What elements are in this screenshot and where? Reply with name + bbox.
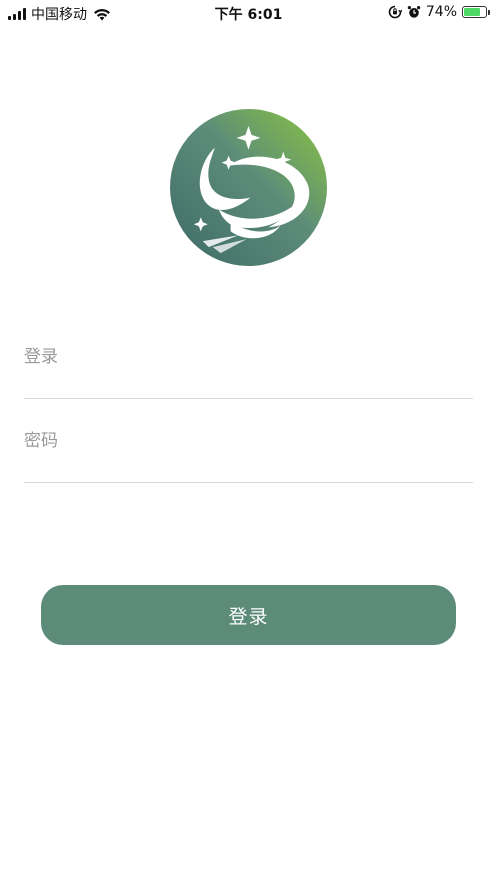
status-right: 74% (388, 4, 490, 20)
username-underline (24, 398, 473, 399)
password-input[interactable] (24, 416, 473, 466)
alarm-icon (407, 6, 421, 18)
orientation-lock-icon (388, 5, 402, 19)
login-button[interactable]: 登录 (41, 585, 456, 645)
username-input[interactable] (24, 332, 473, 382)
battery-charging-icon (462, 6, 490, 18)
password-underline (24, 482, 473, 483)
username-field (24, 332, 473, 399)
status-bar: 中国移动 下午 6:01 74% (0, 0, 497, 26)
password-field (24, 416, 473, 483)
login-screen: 中国移动 下午 6:01 74% 登录 登录 (0, 0, 497, 883)
brand-logo-icon (169, 108, 328, 267)
battery-percent: 74% (425, 4, 457, 20)
